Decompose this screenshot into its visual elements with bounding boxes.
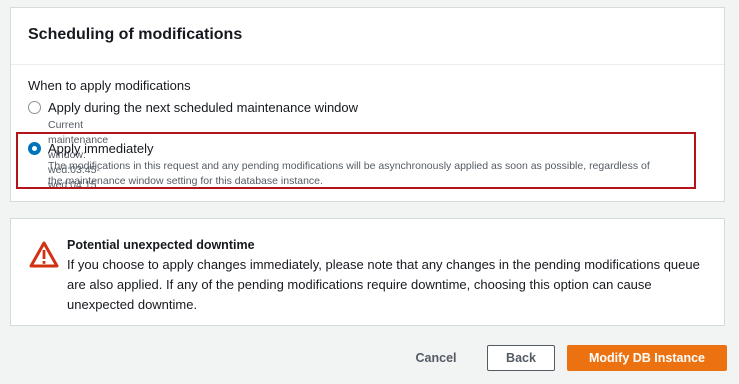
option-title: Apply immediately [48,141,154,156]
warning-icon [29,241,59,273]
cancel-button[interactable]: Cancel [405,345,467,371]
alert-title: Potential unexpected downtime [67,238,255,252]
option-title: Apply during the next scheduled maintena… [48,100,359,115]
downtime-alert: Potential unexpected downtime If you cho… [10,218,725,326]
option-description: The modifications in this request and an… [48,159,728,189]
back-button[interactable]: Back [487,345,555,371]
option-description-line: the maintenance window setting for this … [48,175,323,187]
modify-db-instance-button[interactable]: Modify DB Instance [567,345,727,371]
panel-header: Scheduling of modifications [11,8,724,65]
section-label: When to apply modifications [28,78,191,93]
option-description-line: The modifications in this request and an… [48,160,650,172]
alert-body: If you choose to apply changes immediate… [67,257,700,312]
radio-maintenance-window[interactable] [28,101,41,114]
radio-apply-immediately[interactable] [28,142,41,155]
scheduling-panel: Scheduling of modifications When to appl… [10,7,725,202]
panel-title: Scheduling of modifications [28,26,243,43]
